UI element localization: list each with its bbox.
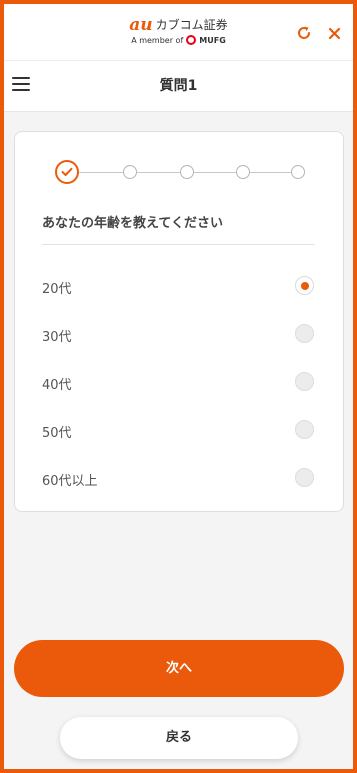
- step-connector: [79, 172, 123, 173]
- step-5: [291, 165, 305, 179]
- option-label: 20代: [42, 282, 72, 297]
- age-option-60s-plus[interactable]: 60代以上: [29, 458, 329, 498]
- radio-button[interactable]: [295, 276, 314, 295]
- app-frame: au カブコム証券 A member of MUFG 質問1 あなたの年齢を教え…: [0, 0, 357, 773]
- option-label: 60代以上: [42, 474, 98, 489]
- step-connector: [250, 172, 291, 173]
- brand-name: カブコム証券: [155, 18, 228, 32]
- age-option-50s[interactable]: 50代: [29, 410, 329, 450]
- close-button[interactable]: [325, 24, 343, 42]
- close-icon: [328, 27, 340, 39]
- brand-group-name: MUFG: [199, 35, 226, 45]
- divider: [42, 244, 315, 245]
- step-2: [123, 165, 137, 179]
- radio-button[interactable]: [295, 468, 314, 487]
- radio-button[interactable]: [295, 420, 314, 439]
- brand-bar: au カブコム証券 A member of MUFG: [4, 4, 353, 60]
- option-label: 50代: [42, 426, 72, 441]
- radio-button[interactable]: [295, 324, 314, 343]
- step-1-completed: [55, 160, 79, 184]
- au-logo-mark: au: [129, 15, 153, 35]
- age-option-30s[interactable]: 30代: [29, 314, 329, 354]
- refresh-icon: [298, 26, 310, 39]
- age-option-20s[interactable]: 20代: [29, 266, 329, 306]
- mufg-logo-icon: [186, 35, 197, 45]
- brand-member-text: A member of: [131, 35, 184, 45]
- question-text: あなたの年齢を教えてください: [42, 216, 223, 231]
- step-3: [180, 165, 194, 179]
- age-option-40s[interactable]: 40代: [29, 362, 329, 402]
- option-label: 40代: [42, 378, 72, 393]
- checkmark-icon: [61, 167, 73, 176]
- step-4: [236, 165, 250, 179]
- option-label: 30代: [42, 330, 72, 345]
- page-title: 質問1: [159, 78, 198, 94]
- next-button[interactable]: 次へ: [14, 640, 344, 697]
- page-header: 質問1: [4, 60, 353, 112]
- back-button[interactable]: 戻る: [60, 717, 298, 759]
- step-connector: [194, 172, 236, 173]
- refresh-button[interactable]: [295, 24, 313, 42]
- step-connector: [137, 172, 180, 173]
- radio-button[interactable]: [295, 372, 314, 391]
- progress-stepper: [15, 132, 343, 192]
- question-card: あなたの年齢を教えてください 20代 30代 40代 50代 60代以上: [14, 131, 344, 512]
